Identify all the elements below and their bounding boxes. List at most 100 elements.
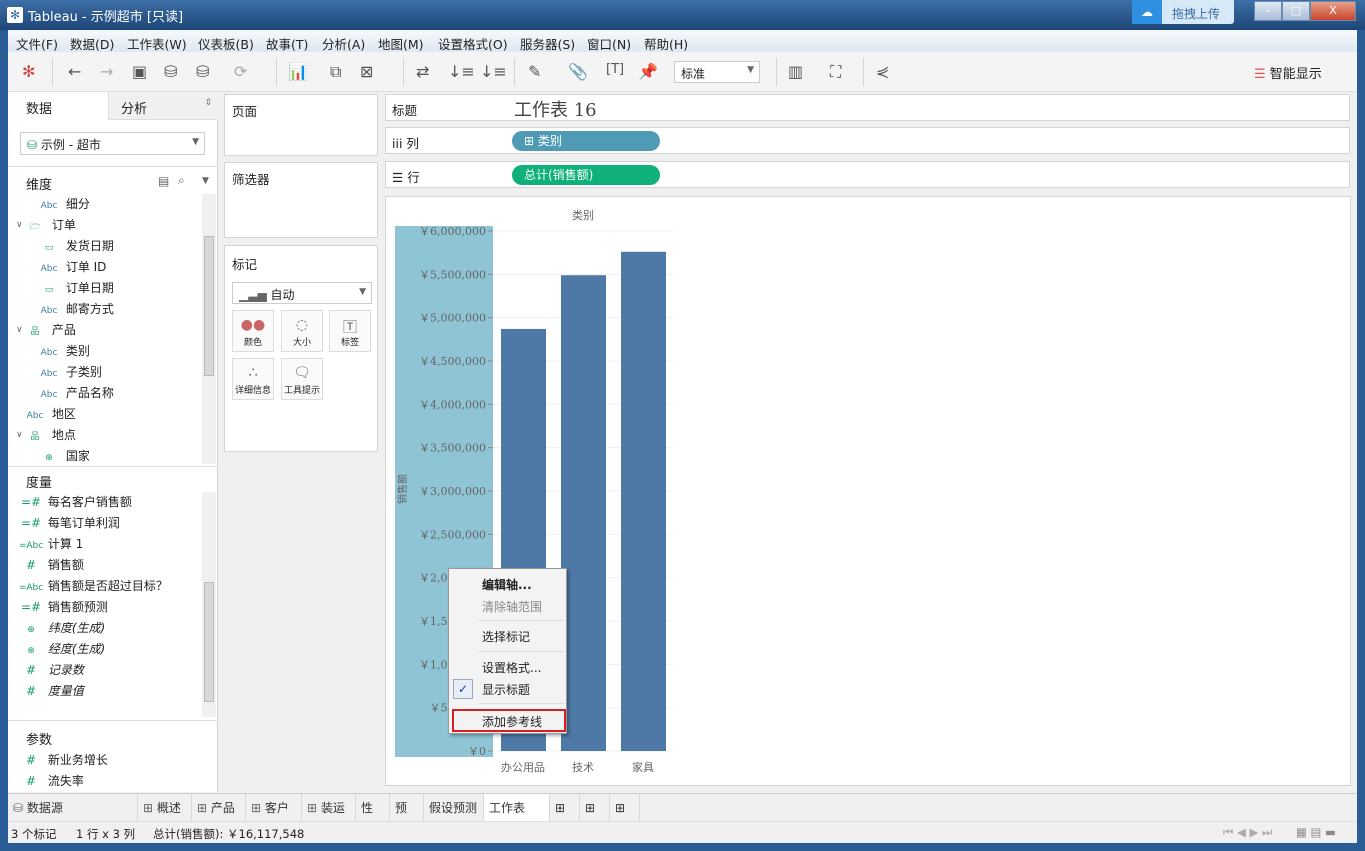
field-item[interactable]: =Abc 计算 1 [18,534,83,554]
new-story-icon[interactable]: ⊞ [610,794,640,822]
field-item[interactable]: ▭ 发货日期 [36,236,114,256]
sheet-tab[interactable]: 工作表 16 [484,794,550,843]
sheet-tab[interactable]: 预测 [390,794,424,843]
measures-scrollbar[interactable] [202,492,216,717]
redo-icon[interactable]: → [100,62,113,81]
field-item[interactable]: ∨ 🗁 订单 [16,215,76,235]
field-item[interactable]: Abc 细分 [36,194,90,214]
field-item[interactable]: # 流失率 [18,771,84,791]
sort-descending-icon[interactable]: ↓≡ [480,62,507,81]
menu-item[interactable]: 地图(M) [378,34,424,53]
field-item[interactable]: # 记录数 [18,660,84,680]
sheet-title[interactable]: 工作表 16 [514,96,597,122]
menu-item[interactable]: 设置格式(O) [438,34,508,53]
field-item[interactable]: =# 每名客户销售额 [18,492,132,512]
sheet-tab[interactable]: ⊞ 概述 [138,794,192,822]
field-item[interactable]: Abc 邮寄方式 [36,299,114,319]
sheet-tab[interactable]: ⊞ 产品 [192,794,246,822]
tableau-home-icon[interactable]: ✻ [22,62,35,81]
field-item[interactable]: Abc 产品名称 [36,383,114,403]
color-button[interactable]: ●● 颜色 [232,310,274,352]
sheet-tab[interactable]: ⊞ 客户 [246,794,302,822]
new-dashboard-icon[interactable]: ⊞ [580,794,610,822]
maximize-button[interactable]: □ [1282,1,1310,21]
new-datasource-icon[interactable]: ⛁ [164,62,177,81]
refresh-icon[interactable]: ⟳ [234,62,247,81]
columns-shelf[interactable]: iii 列 ⊞ 类别 [385,127,1350,154]
field-item[interactable]: ∨ 品 产品 [16,320,76,340]
menu-edit-axis[interactable]: 编辑轴... [482,576,532,593]
label-button[interactable]: 🅃 标签 [329,310,371,352]
clear-sheet-icon[interactable]: ⊠ [360,62,373,81]
menu-item[interactable]: 帮助(H) [644,34,688,53]
tooltip-button[interactable]: 🗨 工具提示 [281,358,323,400]
menu-item[interactable]: 故事(T) [266,34,308,53]
menu-item[interactable]: 窗口(N) [587,34,631,53]
menu-item[interactable]: 分析(A) [322,34,365,53]
size-button[interactable]: ◌ 大小 [281,310,323,352]
rows-pill[interactable]: 总计(销售额) [512,165,660,185]
undo-icon[interactable]: ← [68,62,81,81]
menu-item[interactable]: 服务器(S) [520,34,575,53]
field-item[interactable]: =# 销售额预测 [18,597,108,617]
field-item[interactable]: =Abc 销售额是否超过目标？ [18,576,168,596]
sort-ascending-icon[interactable]: ↓≡ [448,62,475,81]
new-worksheet-icon[interactable]: ⊞ [550,794,580,822]
field-item[interactable]: ∨ 品 地点 [16,425,76,445]
menu-add-reference-line[interactable]: 添加参考线 [452,709,566,732]
menu-item[interactable]: 工作表(W) [127,34,187,53]
field-item[interactable]: # 新业务增长 [18,750,108,770]
share-icon[interactable]: ⋞ [876,62,889,81]
field-item[interactable]: Abc 地区 [22,404,76,424]
duplicate-sheet-icon[interactable]: ⧉ [330,62,341,82]
field-item[interactable]: ⊕ 国家 [36,446,90,466]
show-me-button[interactable]: ☰ 智能显示 [1254,63,1322,82]
chevron-down-icon[interactable]: ▼ [202,176,209,186]
tab-analytics[interactable]: 分析 ⇕ [108,92,218,120]
filters-card[interactable]: 筛选器 [224,162,378,238]
highlight-icon[interactable]: ✎ [528,62,541,81]
new-worksheet-icon[interactable]: 📊 [288,62,308,81]
tab-data[interactable]: 数据 [8,92,108,120]
pin-icon[interactable]: 📌 [638,62,658,81]
dimensions-scrollbar[interactable] [202,194,216,464]
fit-select[interactable]: 标准 ▼ [674,61,760,83]
menu-item[interactable]: 仪表板(B) [198,34,254,53]
detail-button[interactable]: ∴ 详细信息 [232,358,274,400]
field-item[interactable]: # 销售额 [18,555,84,575]
chevron-down-icon[interactable]: ∨ [16,215,23,235]
field-item[interactable]: ▭ 订单日期 [36,278,114,298]
chevron-down-icon[interactable]: ∨ [16,425,23,445]
presentation-icon[interactable]: ⛶ [830,62,841,82]
field-item[interactable]: Abc 订单 ID [36,257,107,277]
group-icon[interactable]: 📎 [568,62,588,81]
view-toggle-icon[interactable]: ▦ ▤ ▬ [1296,825,1336,839]
sheet-tab[interactable]: ⛁ 数据源 [8,794,138,822]
pages-card[interactable]: 页面 [224,94,378,156]
sheet-tab[interactable]: 性能 [356,794,390,843]
field-item[interactable]: Abc 子类别 [36,362,102,382]
list-view-icon[interactable]: ▤ [158,174,169,188]
upload-button[interactable]: ☁ 拖拽上传 [1132,0,1234,24]
search-icon[interactable]: ⌕ [178,173,185,188]
menu-show-header[interactable]: 显示标题 [482,681,530,698]
minimize-button[interactable]: – [1254,1,1282,21]
tab-navigation-icon[interactable]: ⏮ ◀ ▶ ⏭ [1223,825,1272,840]
field-item[interactable]: Abc 类别 [36,341,90,361]
save-icon[interactable]: ▣ [132,62,147,81]
show-labels-icon[interactable]: [T] [606,62,624,77]
show-cards-icon[interactable]: ▥ [788,62,803,81]
field-item[interactable]: =# 每笔订单利润 [18,513,120,533]
rows-shelf[interactable]: ☰ 行 总计(销售额) [385,161,1350,188]
field-item[interactable]: ⊕ 纬度(生成) [18,618,105,638]
datasource-select[interactable]: ⛁ 示例 - 超市 ▼ [20,132,205,155]
swap-icon[interactable]: ⇄ [416,62,429,81]
menu-item[interactable]: 数据(D) [70,34,114,53]
pause-updates-icon[interactable]: ⛁ [196,62,209,81]
menu-select-marks[interactable]: 选择标记 [482,628,530,645]
title-shelf[interactable]: 标题 工作表 16 [385,94,1350,121]
field-item[interactable]: ⊕ 经度(生成) [18,639,105,659]
chevron-down-icon[interactable]: ∨ [16,320,23,340]
field-item[interactable]: # 度量值 [18,681,84,701]
sheet-tab[interactable]: ⊞ 装运 [302,794,356,822]
